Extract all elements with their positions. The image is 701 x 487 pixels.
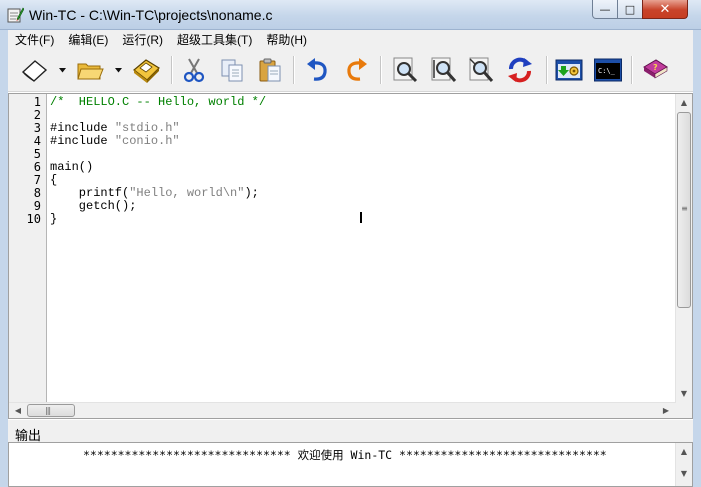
open-file-dropdown[interactable] (114, 66, 123, 75)
folder-icon (77, 63, 104, 80)
help-book-icon: ? (643, 59, 668, 79)
undo-arrow-icon (307, 58, 327, 81)
app-icon (6, 6, 25, 24)
magnifier-icon (393, 57, 418, 83)
scissors-icon (183, 58, 205, 83)
menu-file[interactable]: 文件(F) (8, 30, 61, 50)
code-token: #include (50, 121, 115, 135)
code-token: ); (244, 186, 259, 200)
console-button[interactable]: C:\_ (592, 54, 624, 86)
replace-button[interactable] (465, 54, 497, 86)
undo-button[interactable] (301, 54, 333, 86)
help-book-button[interactable]: ? (639, 54, 671, 86)
code-token: } (50, 212, 58, 226)
scroll-down-arrow-icon[interactable]: ▼ (676, 385, 692, 402)
compile-gear-icon (555, 59, 583, 81)
toolbar-separator (293, 56, 295, 84)
find-next-button[interactable] (427, 54, 459, 86)
code-text-area[interactable]: /* HELLO.C -- Hello, world */ #include "s… (50, 94, 676, 402)
window-frame-right (693, 30, 701, 487)
line-number-gutter: 1 2 3 4 5 6 7 8 9 10 (9, 94, 47, 402)
copy-icon (221, 59, 243, 82)
title-bar: Win-TC - C:\Win-TC\projects\noname.c — □… (0, 0, 701, 30)
clipboard-icon (259, 58, 281, 82)
scroll-grip-icon: ||| (45, 406, 51, 415)
copy-button[interactable] (216, 54, 248, 86)
output-panel[interactable]: ****************************** 欢迎使用 Win-… (8, 442, 693, 487)
blank-page-icon (21, 60, 48, 82)
scroll-down-arrow-icon[interactable]: ▼ (676, 465, 692, 482)
code-token: main() (50, 160, 94, 174)
window-frame-left (0, 30, 8, 487)
compile-run-button[interactable] (553, 54, 585, 86)
open-file-button[interactable] (74, 54, 106, 86)
menu-bar: 文件(F) 编辑(E) 运行(R) 超级工具集(T) 帮助(H) (8, 30, 693, 50)
code-token: printf( (50, 186, 130, 200)
close-button[interactable]: ✕ (642, 0, 688, 19)
output-panel-header: 输出 (8, 420, 693, 443)
new-file-dropdown[interactable] (58, 66, 67, 75)
minimize-button[interactable]: — (592, 0, 618, 19)
magnifier-replace-icon (469, 57, 494, 82)
horizontal-scroll-thumb[interactable]: ||| (27, 404, 75, 417)
output-vertical-scrollbar[interactable]: ▲ ▼ (675, 443, 692, 486)
editor-vertical-scrollbar[interactable]: ▲ ≡ ▼ (675, 94, 692, 402)
scroll-up-arrow-icon[interactable]: ▲ (676, 443, 692, 460)
find-button[interactable] (389, 54, 421, 86)
toolbar: C:\_ ? (8, 50, 693, 92)
code-token: "Hello, world\n" (129, 186, 245, 200)
scroll-grip-icon: ≡ (681, 204, 688, 213)
menu-run[interactable]: 运行(R) (115, 30, 170, 50)
window-title: Win-TC - C:\Win-TC\projects\noname.c (29, 7, 273, 23)
redo-button[interactable] (341, 54, 373, 86)
code-line[interactable]: getch(); (50, 199, 137, 213)
refresh-button[interactable] (504, 54, 536, 86)
new-file-button[interactable] (18, 54, 50, 86)
scroll-right-arrow-icon[interactable]: ▶ (658, 403, 674, 418)
scroll-up-arrow-icon[interactable]: ▲ (676, 94, 692, 111)
cut-button[interactable] (178, 54, 210, 86)
code-token: { (50, 173, 58, 187)
toolbar-separator (546, 56, 548, 84)
toolbar-separator (171, 56, 173, 84)
code-token: #include (50, 134, 115, 148)
menu-help[interactable]: 帮助(H) (259, 30, 314, 50)
code-line[interactable]: #include "conio.h" (50, 135, 180, 148)
save-file-button[interactable] (130, 54, 162, 86)
toolbar-separator (631, 56, 633, 84)
chevron-down-icon (115, 68, 122, 73)
code-editor[interactable]: 1 2 3 4 5 6 7 8 9 10 /* HELLO.C -- Hello, world *… (8, 93, 693, 419)
menu-edit[interactable]: 编辑(E) (61, 30, 115, 50)
console-icon: C:\_ (594, 58, 622, 82)
code-line[interactable]: } (50, 213, 57, 226)
redo-arrow-icon (347, 58, 367, 81)
output-text: ****************************** 欢迎使用 Win-… (83, 448, 607, 462)
paste-button[interactable] (254, 54, 286, 86)
scrollbar-corner (676, 402, 692, 418)
magnifier-next-icon (431, 57, 457, 82)
scroll-left-arrow-icon[interactable]: ◀ (10, 403, 26, 418)
code-token: "stdio.h" (114, 121, 180, 135)
toolbar-separator (380, 56, 382, 84)
maximize-button[interactable]: □ (617, 0, 643, 19)
code-line[interactable]: /* HELLO.C -- Hello, world */ (50, 96, 266, 109)
code-token: /* HELLO.C -- Hello, world */ (50, 95, 267, 109)
refresh-icon (508, 57, 532, 83)
chevron-down-icon (59, 68, 66, 73)
line-number: 10 (26, 212, 41, 226)
code-token: "conio.h" (114, 134, 180, 148)
svg-text:?: ? (653, 63, 658, 72)
menu-tools[interactable]: 超级工具集(T) (170, 30, 259, 50)
text-cursor (360, 212, 362, 223)
svg-text:C:\_: C:\_ (598, 67, 616, 75)
editor-horizontal-scrollbar[interactable]: ◀ ||| ▶ (9, 402, 676, 418)
code-token: getch(); (50, 199, 137, 213)
floppy-disk-icon (133, 59, 160, 83)
